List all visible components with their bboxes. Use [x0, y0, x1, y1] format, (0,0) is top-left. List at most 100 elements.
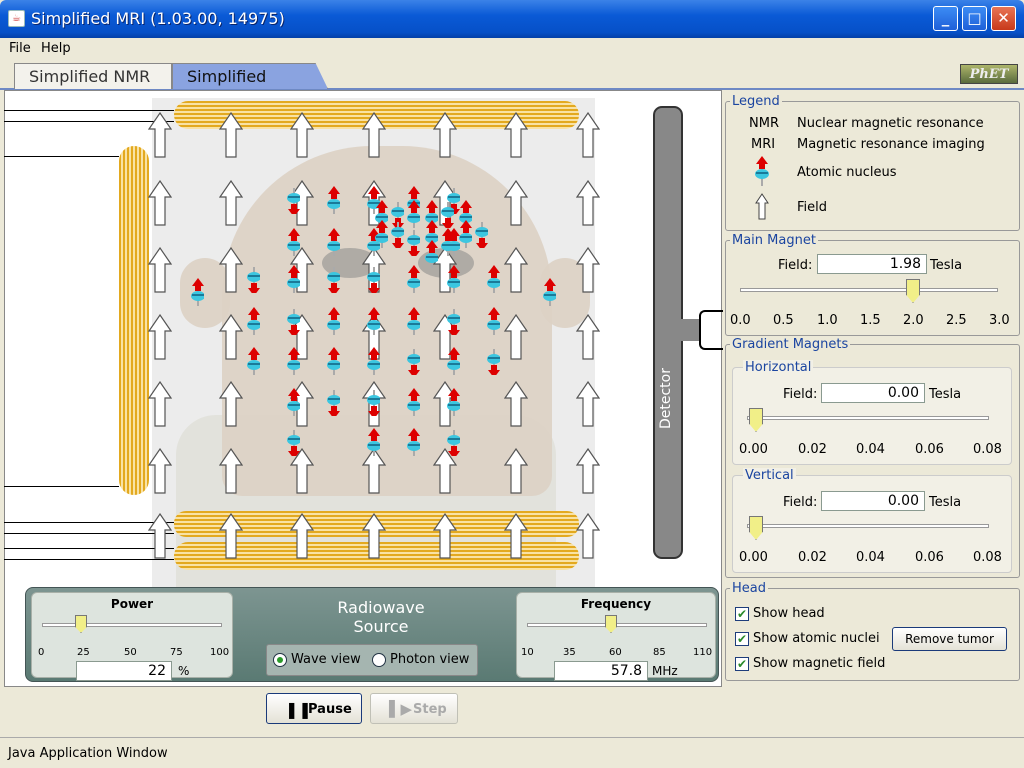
vertical-field-label: Field: [783, 495, 818, 510]
radiowave-source-panel: Power 0 25 50 75 100 22 % Radiowave Sour… [25, 587, 719, 682]
legend-text-nucleus: Atomic nucleus [797, 165, 897, 180]
frequency-value-field[interactable]: 57.8 [554, 661, 648, 681]
pause-label: Pause [308, 702, 352, 717]
power-slider-track[interactable] [42, 623, 222, 627]
vertical-slider-thumb[interactable] [749, 516, 763, 540]
legend-panel: Legend NMR Nuclear magnetic resonance MR… [725, 94, 1020, 231]
remove-tumor-button[interactable]: Remove tumor [892, 627, 1007, 651]
power-tick: 100 [210, 647, 230, 658]
vertical-field-input[interactable]: 0.00 [821, 491, 925, 511]
show-magnetic-field-label[interactable]: Show magnetic field [753, 656, 885, 671]
frequency-tick: 35 [563, 647, 576, 658]
window-titlebar: ☕ Simplified MRI (1.03.00, 14975) _ □ ✕ [0, 0, 1024, 38]
step-label: Step [413, 702, 447, 717]
horizontal-tick: 0.02 [798, 442, 827, 457]
menu-bar: File Help [0, 38, 1024, 59]
photon-view-label[interactable]: Photon view [390, 652, 469, 667]
main-magnet-tick: 2.5 [946, 313, 967, 328]
power-unit: % [178, 664, 190, 678]
maximize-button[interactable]: □ [962, 6, 987, 31]
vertical-gradient-title: Vertical [743, 468, 796, 483]
main-magnet-slider-track[interactable] [740, 288, 998, 292]
minimize-button[interactable]: _ [933, 6, 958, 31]
vertical-unit: Tesla [929, 495, 962, 510]
tab-simplified-nmr[interactable]: Simplified NMR [14, 63, 172, 89]
gradient-magnets-panel: Gradient Magnets Horizontal Field: 0.00 … [725, 337, 1020, 578]
menu-help[interactable]: Help [41, 41, 71, 56]
main-magnet-panel: Main Magnet Field: 1.98 Tesla 0.0 0.5 1.… [725, 233, 1020, 336]
horizontal-field-label: Field: [783, 387, 818, 402]
horizontal-tick: 0.04 [856, 442, 885, 457]
wave-view-radio[interactable] [273, 653, 287, 667]
frequency-tick: 110 [693, 647, 713, 658]
horizontal-gradient-panel: Horizontal Field: 0.00 Tesla 0.00 0.02 0… [732, 360, 1012, 465]
legend-text-nmr: Nuclear magnetic resonance [797, 116, 984, 131]
main-magnet-field-input[interactable]: 1.98 [817, 254, 927, 274]
horizontal-tick: 0.06 [915, 442, 944, 457]
horizontal-slider-thumb[interactable] [749, 408, 763, 432]
horizontal-field-input[interactable]: 0.00 [821, 383, 925, 403]
show-magnetic-field-checkbox[interactable]: ✔ [735, 657, 749, 671]
horizontal-tick: 0.00 [739, 442, 768, 457]
status-text: Java Application Window [8, 746, 168, 761]
main-magnet-tick: 2.0 [903, 313, 924, 328]
show-atomic-nuclei-label[interactable]: Show atomic nuclei [753, 631, 880, 646]
main-magnet-title: Main Magnet [730, 233, 818, 248]
frequency-slider-track[interactable] [527, 623, 707, 627]
horizontal-gradient-title: Horizontal [743, 360, 814, 375]
status-bar: Java Application Window [0, 737, 1024, 768]
wave-view-label[interactable]: Wave view [291, 652, 361, 667]
frequency-unit: MHz [652, 664, 678, 678]
show-atomic-nuclei-checkbox[interactable]: ✔ [735, 632, 749, 646]
window-title: Simplified MRI (1.03.00, 14975) [31, 9, 285, 28]
vertical-slider-track[interactable] [747, 524, 989, 528]
pause-button[interactable]: ❚❚ Pause [266, 693, 362, 724]
power-tick: 0 [38, 647, 45, 658]
vertical-tick: 0.02 [798, 550, 827, 565]
frequency-control: Frequency 10 35 60 85 110 57.8 MHz [516, 592, 716, 681]
tab-simplified-mri[interactable]: Simplified MRI [172, 63, 328, 89]
phet-logo[interactable]: PhET [960, 64, 1018, 84]
photon-view-radio[interactable] [372, 653, 386, 667]
frequency-tick: 60 [609, 647, 622, 658]
vertical-gradient-panel: Vertical Field: 0.00 Tesla 0.00 0.02 0.0… [732, 468, 1012, 573]
legend-title: Legend [730, 94, 782, 109]
vertical-tick: 0.08 [973, 550, 1002, 565]
horizontal-tick: 0.08 [973, 442, 1002, 457]
menu-file[interactable]: File [9, 41, 31, 56]
horizontal-slider-track[interactable] [747, 416, 989, 420]
tab-bar: Simplified NMR Simplified MRI [0, 59, 1024, 90]
power-tick: 50 [124, 647, 137, 658]
step-icon: ▌▶ [389, 700, 413, 718]
radiowave-title-line2: Source [353, 617, 409, 636]
radiowave-title-line1: Radiowave [337, 598, 425, 617]
main-magnet-tick: 1.5 [860, 313, 881, 328]
frequency-tick: 85 [653, 647, 666, 658]
horizontal-unit: Tesla [929, 387, 962, 402]
radiowave-source-title: Radiowave Source [321, 598, 441, 636]
show-head-label[interactable]: Show head [753, 606, 825, 621]
power-tick: 25 [77, 647, 90, 658]
power-control: Power 0 25 50 75 100 22 % [31, 592, 233, 681]
step-button[interactable]: ▌▶ Step [370, 693, 458, 724]
main-magnet-tick: 3.0 [989, 313, 1010, 328]
frequency-tick: 10 [521, 647, 534, 658]
java-icon: ☕ [8, 10, 25, 27]
head-panel-title: Head [730, 581, 768, 596]
field-arrow-icon [755, 193, 769, 220]
head-panel: Head ✔ Show head ✔ Show atomic nuclei ✔ … [725, 581, 1020, 681]
show-head-checkbox[interactable]: ✔ [735, 607, 749, 621]
power-tick: 75 [170, 647, 183, 658]
legend-key-nmr: NMR [749, 116, 779, 131]
power-slider-thumb[interactable] [75, 615, 87, 633]
atomic-nucleus-icon [755, 156, 769, 186]
main-magnet-field-label: Field: [778, 258, 813, 273]
close-button[interactable]: ✕ [991, 6, 1016, 31]
power-label: Power [110, 597, 154, 611]
legend-text-mri: Magnetic resonance imaging [797, 137, 985, 152]
power-value-field[interactable]: 22 [76, 661, 172, 681]
gradient-magnets-title: Gradient Magnets [730, 337, 851, 352]
main-magnet-slider-thumb[interactable] [906, 279, 920, 303]
legend-key-mri: MRI [751, 137, 776, 152]
frequency-slider-thumb[interactable] [605, 615, 617, 633]
